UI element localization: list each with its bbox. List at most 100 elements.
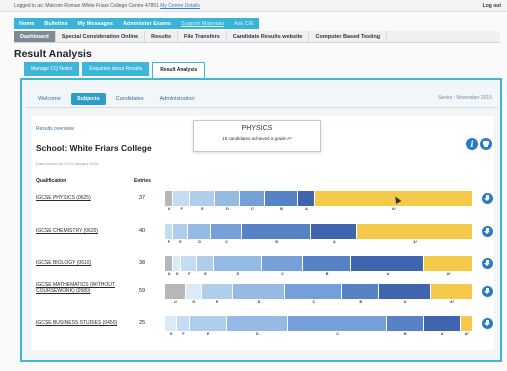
- grade-segment[interactable]: [298, 191, 315, 206]
- grade-segment[interactable]: [386, 316, 424, 331]
- qualification-link[interactable]: IGCSE BIOLOGY (0610): [36, 260, 132, 266]
- grade-segment[interactable]: [188, 224, 212, 239]
- grade-segment[interactable]: [311, 224, 358, 239]
- grade-label: G: [192, 300, 196, 304]
- grade-segment[interactable]: [239, 191, 265, 206]
- grade-distribution-bar[interactable]: [165, 191, 473, 206]
- info-icon[interactable]: i: [466, 138, 478, 150]
- qualification-link[interactable]: IGCSE CHEMISTRY (0620): [36, 228, 132, 234]
- column-header-entries: Entries: [134, 178, 151, 184]
- nav-my-messages[interactable]: My Messages: [73, 18, 118, 29]
- grade-segment[interactable]: [165, 191, 174, 206]
- grade-segment[interactable]: [424, 256, 473, 271]
- grade-segment[interactable]: [197, 256, 214, 271]
- grade-segment[interactable]: [351, 256, 425, 271]
- grade-segment[interactable]: [165, 316, 178, 331]
- main-nav: Home Bulletins My Messages Administer Ex…: [14, 18, 259, 29]
- subnav-candidate-results[interactable]: Candidate Results website: [227, 31, 310, 42]
- grade-segment[interactable]: [226, 316, 289, 331]
- qualification-link[interactable]: IGCSE MATHEMATICS (WITHOUT COURSEWORK) (…: [36, 282, 132, 294]
- grade-segment[interactable]: [288, 316, 387, 331]
- grade-segment[interactable]: [232, 284, 286, 299]
- download-icon[interactable]: [482, 286, 493, 297]
- tooltip-text: 19 candidates achieved a grade A*: [222, 136, 292, 141]
- grade-segment[interactable]: [201, 284, 233, 299]
- data-correct-note: Data correct as of 19 January 2016: [36, 161, 99, 166]
- grade-label: D: [198, 240, 201, 244]
- grade-label: F: [180, 207, 183, 211]
- subnav-file-transfers[interactable]: File Transfers: [178, 31, 227, 42]
- grade-segment[interactable]: [431, 284, 473, 299]
- grade-segment[interactable]: [185, 284, 202, 299]
- login-strip: Logged in as: Malcom Roman White Friars …: [0, 0, 507, 12]
- tab-manage-cq-notes[interactable]: Manage CQ Notes: [24, 62, 80, 76]
- grade-segment[interactable]: [379, 284, 432, 299]
- grade-distribution-bar[interactable]: [165, 224, 473, 239]
- page-title: Result Analysis: [14, 48, 92, 60]
- my-centre-details-link[interactable]: My Centre Details: [160, 3, 200, 9]
- chart-tooltip: PHYSICS 19 candidates achieved a grade A…: [193, 120, 321, 152]
- grade-segment[interactable]: [262, 256, 303, 271]
- qualification-link[interactable]: IGCSE PHYSICS (0625): [36, 195, 132, 201]
- print-icon[interactable]: [480, 138, 492, 150]
- download-icon[interactable]: [482, 318, 493, 329]
- grade-segment[interactable]: [165, 284, 186, 299]
- grade-label: G: [175, 272, 179, 276]
- grade-segment[interactable]: [342, 284, 379, 299]
- grade-segment[interactable]: [189, 316, 227, 331]
- page: Logged in as: Malcom Roman White Friars …: [0, 0, 507, 371]
- tab-enquiries-about-results[interactable]: Enquiries about Results: [82, 62, 150, 76]
- grade-label: G: [169, 332, 173, 336]
- panel-tabs: Welcome Subjects Candidates Administrati…: [32, 93, 204, 105]
- grade-segment[interactable]: [241, 224, 312, 239]
- grade-segment[interactable]: [173, 191, 190, 206]
- subnav-dashboard[interactable]: Dashboard: [14, 31, 56, 42]
- entries-count: 59: [139, 288, 146, 294]
- grade-segment[interactable]: [264, 191, 299, 206]
- grade-label: D: [257, 300, 261, 304]
- grade-segment[interactable]: [173, 256, 182, 271]
- results-overview-link[interactable]: Results overview: [36, 126, 74, 132]
- nav-home[interactable]: Home: [14, 18, 39, 29]
- nav-ask-cie[interactable]: Ask CIE: [229, 18, 259, 29]
- tab-administration[interactable]: Administration: [154, 93, 201, 105]
- grade-segment[interactable]: [213, 256, 263, 271]
- nav-support-materials-label: Support Materials: [180, 21, 225, 27]
- grade-segment[interactable]: [181, 256, 198, 271]
- grade-segment[interactable]: [165, 224, 173, 239]
- logout-link[interactable]: Log out: [483, 3, 501, 9]
- grade-segment[interactable]: [165, 256, 174, 271]
- grade-label: U: [174, 300, 177, 304]
- tab-welcome[interactable]: Welcome: [32, 93, 67, 105]
- download-icon[interactable]: [482, 226, 493, 237]
- grade-segment[interactable]: [460, 316, 473, 331]
- grade-segment[interactable]: [189, 191, 215, 206]
- subnav-special-consideration[interactable]: Special Consideration Online: [56, 31, 146, 42]
- nav-administer-exams[interactable]: Administer Exams: [118, 18, 176, 29]
- grade-distribution-bar[interactable]: [165, 256, 473, 271]
- grade-distribution-bar[interactable]: [165, 284, 473, 299]
- school-name: School: White Friars College: [36, 143, 152, 153]
- grade-segment[interactable]: [177, 316, 190, 331]
- subnav-computer-based-testing[interactable]: Computer Based Testing: [309, 31, 388, 42]
- grade-segment[interactable]: [211, 224, 242, 239]
- grade-distribution-bar[interactable]: [165, 316, 473, 331]
- grade-segment[interactable]: [172, 224, 189, 239]
- grade-segment[interactable]: [302, 256, 352, 271]
- grade-label: U: [167, 207, 171, 211]
- grade-segment[interactable]: [357, 224, 473, 239]
- nav-bulletins[interactable]: Bulletins: [39, 18, 72, 29]
- tab-result-analysis[interactable]: Result Analysis: [152, 62, 206, 79]
- subnav-results[interactable]: Results: [145, 31, 179, 42]
- grade-segment[interactable]: [285, 284, 343, 299]
- grade-label: C: [336, 332, 339, 336]
- tab-candidates[interactable]: Candidates: [110, 93, 150, 105]
- sub-nav: Dashboard Special Consideration Online R…: [14, 31, 500, 43]
- tab-subjects[interactable]: Subjects: [70, 93, 106, 105]
- qualification-link[interactable]: IGCSE BUSINESS STUDIES (0450): [36, 320, 132, 326]
- download-icon[interactable]: [482, 193, 493, 204]
- nav-support-materials[interactable]: Support Materials: [176, 18, 229, 29]
- grade-segment[interactable]: [214, 191, 240, 206]
- grade-segment[interactable]: [423, 316, 461, 331]
- download-icon[interactable]: [482, 258, 493, 269]
